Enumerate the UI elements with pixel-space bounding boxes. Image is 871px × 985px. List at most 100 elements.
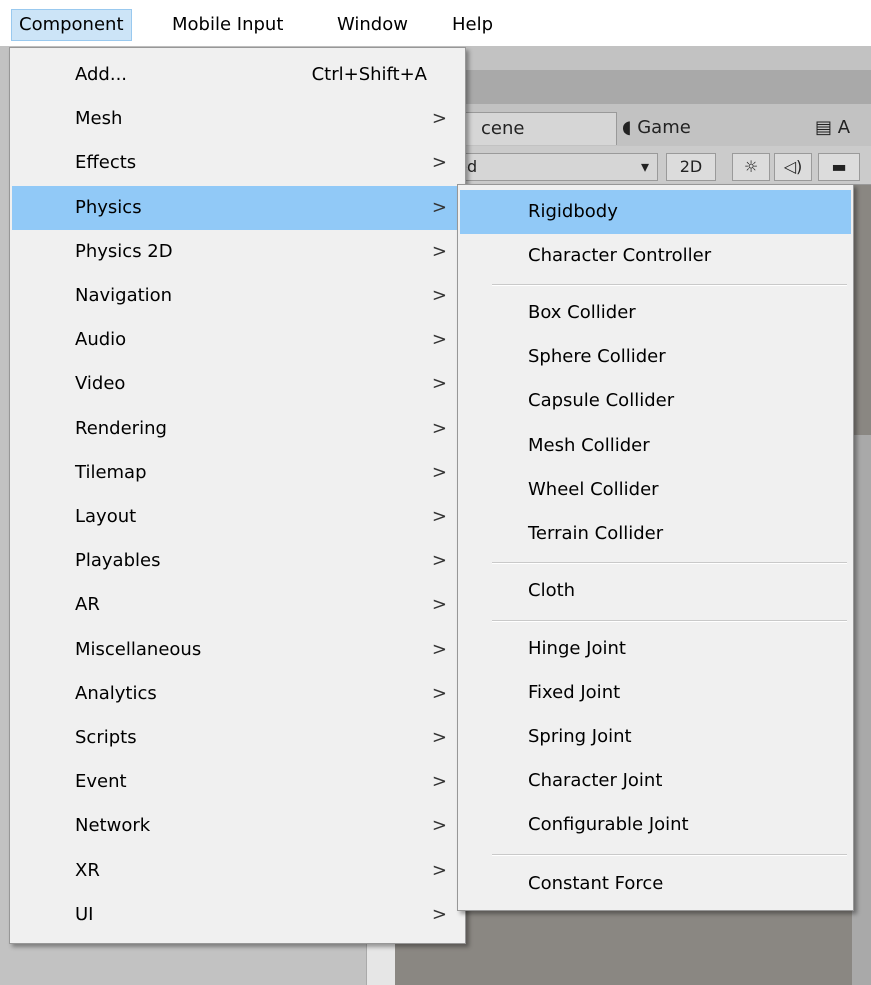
menu-item-label: Video <box>75 373 126 395</box>
submenu-item-label: Character Joint <box>528 770 663 791</box>
sun-icon: ☼ <box>743 157 759 176</box>
menu-item-audio[interactable]: Audio > <box>12 318 463 362</box>
2d-toggle-button[interactable]: 2D <box>666 153 716 181</box>
menu-item-mesh[interactable]: Mesh > <box>12 97 463 141</box>
tab-asset-store[interactable]: ▤ A <box>815 112 850 144</box>
menu-component[interactable]: Component <box>11 9 132 41</box>
tab-game[interactable]: ◖ Game <box>622 112 691 144</box>
menu-item-navigation[interactable]: Navigation > <box>12 274 463 318</box>
menu-item-label: Mesh <box>75 108 123 130</box>
chevron-right-icon: > <box>431 859 447 881</box>
menu-item-layout[interactable]: Layout > <box>12 495 463 539</box>
menu-item-physics[interactable]: Physics > <box>12 185 463 230</box>
editor-tab-bar <box>440 70 871 104</box>
menu-item-scripts[interactable]: Scripts > <box>12 716 463 760</box>
menu-item-label: Layout <box>75 506 137 527</box>
submenu-item-label: Mesh Collider <box>528 435 650 456</box>
submenu-item-label: Configurable Joint <box>528 814 689 835</box>
menu-item-miscellaneous[interactable]: Miscellaneous > <box>12 628 463 672</box>
menu-item-video[interactable]: Video > <box>12 362 463 406</box>
tab-scene[interactable]: cene <box>440 112 617 145</box>
menu-mobile-input[interactable]: Mobile Input <box>165 10 290 40</box>
menu-item-label: Network <box>75 815 151 837</box>
submenu-item-label: Fixed Joint <box>528 682 621 703</box>
menu-item-label: Audio <box>75 329 127 351</box>
chevron-right-icon: > <box>431 329 447 351</box>
menu-item-label: Scripts <box>75 727 137 748</box>
chevron-right-icon: > <box>431 815 447 837</box>
menu-bar: Component Mobile Input Window Help <box>0 0 871 46</box>
chevron-right-icon: > <box>431 417 447 439</box>
menu-item-label: Physics <box>75 196 142 218</box>
submenu-item-label: Character Controller <box>528 245 712 266</box>
menu-item-label: Playables <box>75 550 161 572</box>
chevron-right-icon: > <box>431 240 447 262</box>
submenu-item-mesh-collider[interactable]: Mesh Collider <box>460 424 851 468</box>
menu-separator <box>492 620 847 622</box>
chevron-right-icon: > <box>431 594 447 616</box>
menu-item-label: Navigation <box>75 285 173 306</box>
chevron-right-icon: > <box>431 727 447 748</box>
chevron-right-icon: > <box>431 638 447 660</box>
menu-item-label: XR <box>75 859 100 881</box>
menu-item-shortcut: Ctrl+Shift+A <box>311 64 427 85</box>
chevron-right-icon: > <box>431 771 447 793</box>
submenu-item-cloth[interactable]: Cloth <box>460 569 851 613</box>
chevron-down-icon: ▾ <box>640 157 649 176</box>
menu-item-ar[interactable]: AR > <box>12 583 463 627</box>
submenu-item-character-controller[interactable]: Character Controller <box>460 234 851 278</box>
menu-item-label: Tilemap <box>75 461 147 483</box>
menu-item-label: Event <box>75 771 127 793</box>
menu-item-xr[interactable]: XR > <box>12 849 463 893</box>
submenu-item-capsule-collider[interactable]: Capsule Collider <box>460 379 851 423</box>
menu-item-effects[interactable]: Effects > <box>12 141 463 185</box>
submenu-item-label: Rigidbody <box>528 201 618 222</box>
menu-item-label: Miscellaneous <box>75 638 202 660</box>
submenu-item-hinge-joint[interactable]: Hinge Joint <box>460 627 851 671</box>
scene-object <box>852 435 871 985</box>
physics-submenu: Rigidbody Character Controller Box Collide… <box>457 184 854 911</box>
submenu-item-rigidbody[interactable]: Rigidbody <box>460 190 851 234</box>
submenu-item-label: Terrain Collider <box>528 523 664 544</box>
submenu-item-fixed-joint[interactable]: Fixed Joint <box>460 671 851 715</box>
chevron-right-icon: > <box>431 196 447 218</box>
menu-item-add[interactable]: Add... Ctrl+Shift+A <box>12 53 463 97</box>
menu-separator <box>492 854 847 856</box>
submenu-item-label: Cloth <box>528 580 576 601</box>
chevron-right-icon: > <box>431 108 447 130</box>
menu-item-label: Rendering <box>75 417 167 439</box>
submenu-item-label: Sphere Collider <box>528 346 666 367</box>
submenu-item-constant-force[interactable]: Constant Force <box>460 862 851 906</box>
menu-item-analytics[interactable]: Analytics > <box>12 672 463 716</box>
shading-mode-dropdown[interactable]: ded ▾ <box>440 153 658 181</box>
tab-scene-label: cene <box>481 118 525 139</box>
menu-separator <box>492 284 847 286</box>
tab-game-label: Game <box>637 117 691 138</box>
effects-toggle[interactable]: ▬ <box>818 153 860 181</box>
submenu-item-label: Box Collider <box>528 302 636 323</box>
menu-item-physics-2d[interactable]: Physics 2D > <box>12 230 463 274</box>
chevron-right-icon: > <box>431 373 447 395</box>
submenu-item-box-collider[interactable]: Box Collider <box>460 291 851 335</box>
submenu-item-label: Wheel Collider <box>528 479 659 500</box>
chevron-right-icon: > <box>431 461 447 483</box>
submenu-item-spring-joint[interactable]: Spring Joint <box>460 715 851 759</box>
menu-item-event[interactable]: Event > <box>12 760 463 804</box>
menu-window[interactable]: Window <box>330 10 415 40</box>
submenu-item-configurable-joint[interactable]: Configurable Joint <box>460 803 851 847</box>
submenu-item-sphere-collider[interactable]: Sphere Collider <box>460 335 851 379</box>
submenu-item-character-joint[interactable]: Character Joint <box>460 759 851 803</box>
menu-help[interactable]: Help <box>445 10 500 40</box>
submenu-item-wheel-collider[interactable]: Wheel Collider <box>460 468 851 512</box>
menu-item-ui[interactable]: UI > <box>12 893 463 937</box>
menu-item-tilemap[interactable]: Tilemap > <box>12 451 463 495</box>
menu-item-network[interactable]: Network > <box>12 804 463 848</box>
speaker-icon: ◁) <box>783 157 803 176</box>
menu-item-playables[interactable]: Playables > <box>12 539 463 583</box>
chevron-right-icon: > <box>431 506 447 527</box>
menu-item-rendering[interactable]: Rendering > <box>12 407 463 451</box>
submenu-item-terrain-collider[interactable]: Terrain Collider <box>460 512 851 556</box>
audio-toggle[interactable]: ◁) <box>774 153 812 181</box>
menu-item-label: Analytics <box>75 682 157 704</box>
lighting-toggle[interactable]: ☼ <box>732 153 770 181</box>
